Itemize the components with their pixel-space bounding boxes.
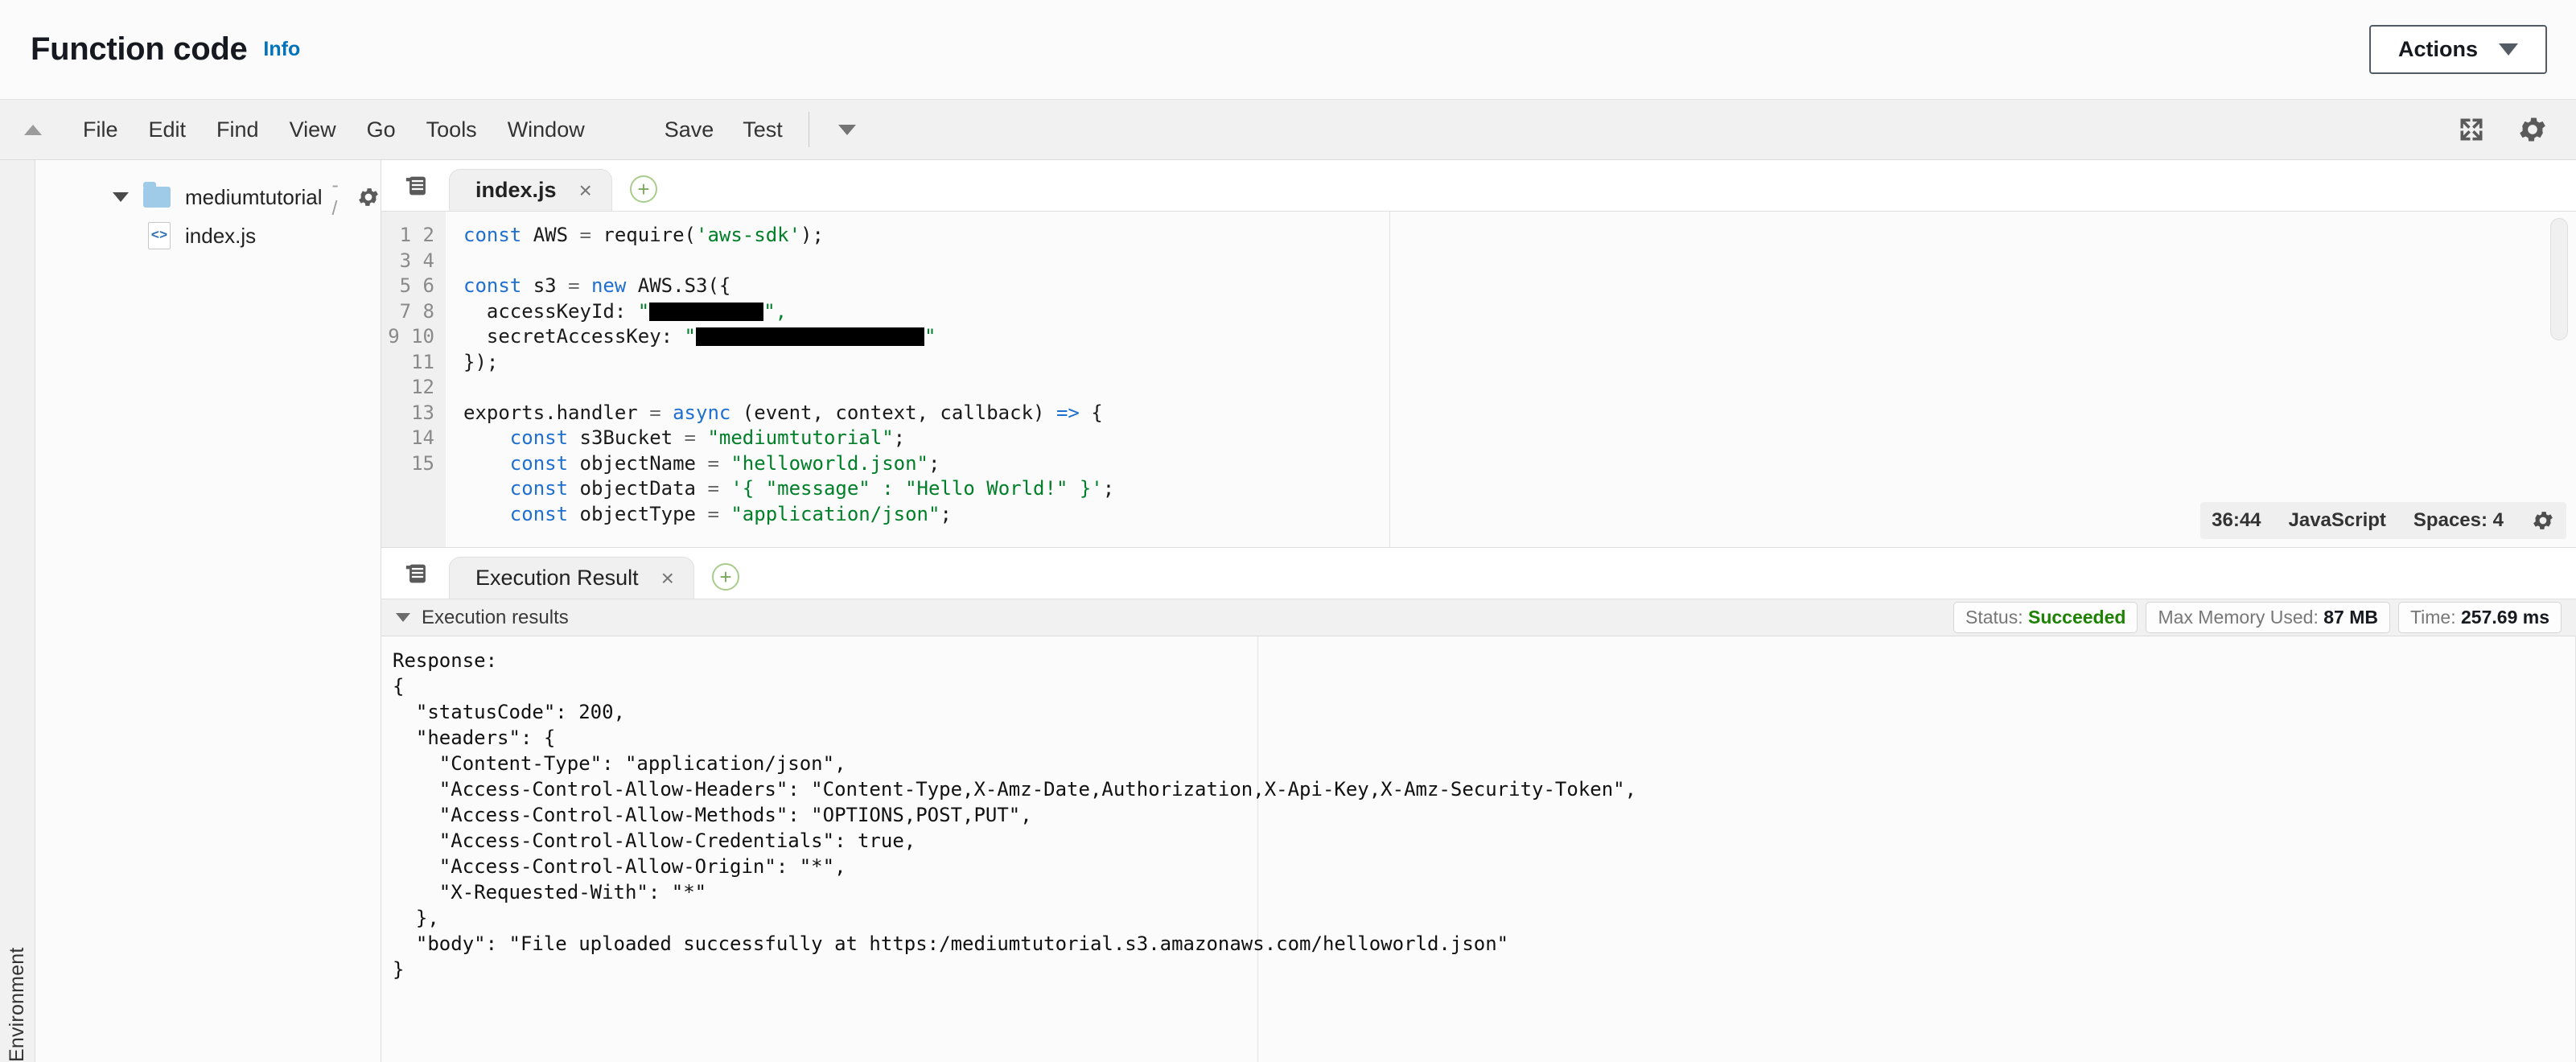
line-number-gutter: 1 2 3 4 5 6 7 8 9 10 11 12 13 14 15 <box>381 212 446 548</box>
tree-row-folder[interactable]: mediumtutorial - / <box>35 178 381 216</box>
menu-item-go[interactable]: Go <box>352 117 411 142</box>
environment-rail-label: Environment <box>6 192 29 1062</box>
print-margin-guide <box>1389 212 1390 547</box>
chevron-down-icon[interactable] <box>113 192 129 202</box>
execution-tabstrip: Execution Result × + <box>381 548 2576 599</box>
time-badge-value: 257.69 ms <box>2461 607 2549 628</box>
editor-column: index.js × + 1 2 3 4 5 6 7 8 9 10 11 12 … <box>381 160 2576 1062</box>
memory-badge-label: Max Memory Used: <box>2158 607 2318 628</box>
menu-item-tools[interactable]: Tools <box>411 117 492 142</box>
page-title: Function code <box>31 31 247 68</box>
cursor-position[interactable]: 36:44 <box>2212 509 2261 532</box>
folder-icon <box>143 187 171 208</box>
time-badge: Time: 257.69 ms <box>2398 602 2562 633</box>
redacted-credential <box>649 303 763 321</box>
time-badge-label: Time: <box>2410 607 2456 628</box>
gear-icon[interactable] <box>2516 113 2549 146</box>
file-tree-panel: mediumtutorial - / <> index.js <box>35 160 381 1062</box>
gear-icon[interactable] <box>2531 508 2555 533</box>
page-header: Function code Info Actions <box>0 0 2576 100</box>
memory-badge-value: 87 MB <box>2323 607 2378 628</box>
triangle-up-icon[interactable] <box>24 125 42 135</box>
ide-menubar: File Edit Find View Go Tools Window Save… <box>0 100 2576 160</box>
actions-button-label: Actions <box>2398 37 2478 62</box>
language-mode[interactable]: JavaScript <box>2289 509 2386 532</box>
status-badge-value: Succeeded <box>2028 607 2125 628</box>
pane-menu-icon[interactable] <box>404 560 431 587</box>
close-icon[interactable]: × <box>579 179 592 202</box>
execution-output-text: Response: { "statusCode": 200, "headers"… <box>393 648 2576 982</box>
pane-menu-icon[interactable] <box>404 172 431 200</box>
indent-setting[interactable]: Spaces: 4 <box>2413 509 2504 532</box>
editor-tab-label: index.js <box>475 178 557 203</box>
editor-tab-index-js[interactable]: index.js × <box>449 169 612 211</box>
info-link[interactable]: Info <box>263 38 300 61</box>
ide-body: Environment mediumtutorial - / <> index.… <box>0 160 2576 1062</box>
memory-badge: Max Memory Used: 87 MB <box>2146 602 2390 633</box>
environment-rail[interactable]: Environment <box>0 160 35 1062</box>
execution-results-title: Execution results <box>422 607 569 629</box>
menu-item-edit[interactable]: Edit <box>134 117 202 142</box>
menubar-right-group <box>2457 113 2549 146</box>
js-file-icon: <> <box>148 222 171 249</box>
folder-path-label: - / <box>332 174 339 220</box>
code-content[interactable]: const AWS = require('aws-sdk'); const s3… <box>446 212 2576 548</box>
menu-item-view[interactable]: View <box>274 117 352 142</box>
add-tab-button[interactable]: + <box>712 563 739 591</box>
gear-icon <box>356 185 381 209</box>
actions-button[interactable]: Actions <box>2369 25 2547 74</box>
editor-status-bar: 36:44 JavaScript Spaces: 4 <box>2200 502 2566 539</box>
status-badge-label: Status: <box>1965 607 2023 628</box>
execution-results-bar: Execution results Status: Succeeded Max … <box>381 599 2576 636</box>
execution-tab-label: Execution Result <box>475 566 639 591</box>
execution-result-tab[interactable]: Execution Result × <box>449 557 694 599</box>
fullscreen-icon[interactable] <box>2457 115 2486 144</box>
file-name-label: index.js <box>185 224 256 249</box>
code-editor-inner: 1 2 3 4 5 6 7 8 9 10 11 12 13 14 15 cons… <box>381 212 2576 548</box>
caret-down-icon <box>2499 43 2518 56</box>
menu-item-find[interactable]: Find <box>201 117 274 142</box>
close-icon[interactable]: × <box>661 567 674 590</box>
execution-output-pane[interactable]: Response: { "statusCode": 200, "headers"… <box>381 636 2576 1062</box>
execution-badges: Status: Succeeded Max Memory Used: 87 MB… <box>1953 602 2562 633</box>
menu-item-window[interactable]: Window <box>492 117 600 142</box>
tree-row-file-index-js[interactable]: <> index.js <box>35 216 381 255</box>
test-dropdown-caret-icon[interactable] <box>838 125 856 135</box>
editor-vertical-scrollbar[interactable] <box>2550 218 2568 340</box>
menu-item-file[interactable]: File <box>68 117 134 142</box>
editor-tabstrip: index.js × + <box>381 160 2576 212</box>
collapse-triangle-icon[interactable] <box>396 613 410 622</box>
test-button[interactable]: Test <box>728 117 797 142</box>
redacted-credential <box>696 327 924 346</box>
folder-name-label: mediumtutorial <box>185 185 323 210</box>
save-button[interactable]: Save <box>650 117 729 142</box>
status-badge: Status: Succeeded <box>1953 602 2138 633</box>
code-editor-pane[interactable]: 1 2 3 4 5 6 7 8 9 10 11 12 13 14 15 cons… <box>381 212 2576 548</box>
add-tab-button[interactable]: + <box>630 175 657 203</box>
